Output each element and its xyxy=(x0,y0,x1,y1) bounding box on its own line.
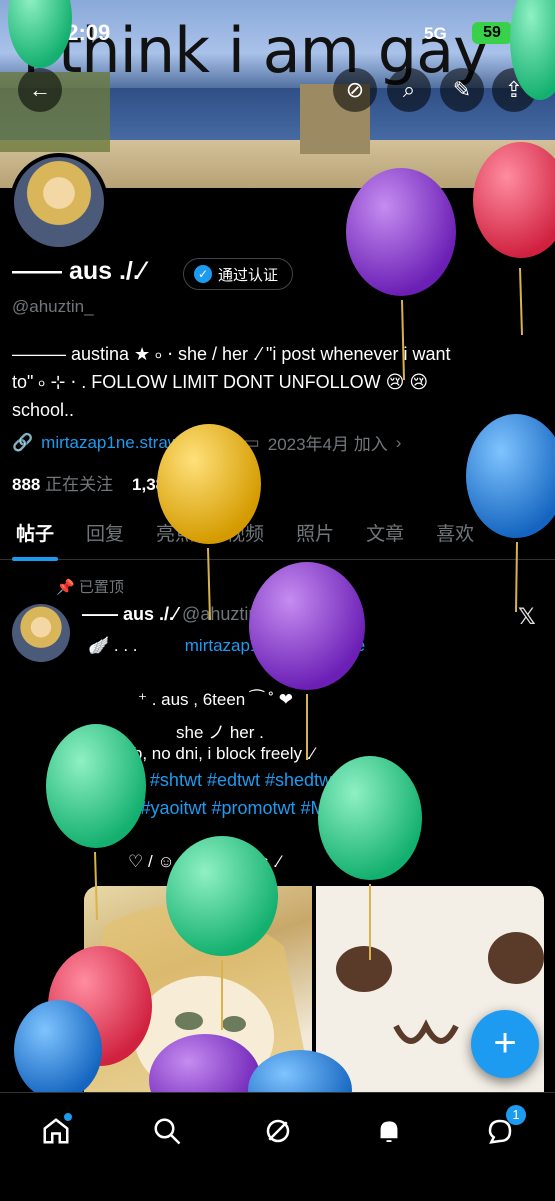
nav-grok[interactable] xyxy=(258,1111,298,1151)
pin-icon: 📌 xyxy=(56,579,75,596)
post-line: ⁀ ifb, no dni, i block freely .⁄ xyxy=(106,744,315,763)
bell-icon xyxy=(380,1121,398,1142)
post-handle-date: @ahuztin_ · 2026/3/16 xyxy=(182,604,365,624)
post-link[interactable]: mirtazap1ne.straw.page xyxy=(185,636,366,655)
tab-videos[interactable]: 视频 xyxy=(210,505,280,559)
followers-count[interactable]: 1,387 xyxy=(132,475,175,494)
nav-notifications[interactable] xyxy=(369,1111,409,1151)
messages-badge: 1 xyxy=(506,1105,526,1125)
post-avatar[interactable] xyxy=(12,604,70,662)
post-line: ⁺ . aus , 6teen ⁀ ˚ ❤ xyxy=(138,690,294,709)
tab-photos[interactable]: 照片 xyxy=(280,505,350,559)
post-author[interactable]: —— aus ./.⁄ xyxy=(82,604,177,624)
post-line: ♡ / ☺ to be moots .⁄ xyxy=(128,852,281,871)
post-hashtags[interactable]: #shtwt #edtwt #shedtwt #988twt xyxy=(0,770,555,791)
bottom-navigation: 1 xyxy=(0,1092,555,1201)
nav-search[interactable] xyxy=(147,1111,187,1151)
profile-tabs: 帖子 回复 亮点 视频 照片 文章 喜欢 xyxy=(0,505,555,561)
calendar-icon: ▭ xyxy=(243,432,260,452)
share-icon: ⇪ xyxy=(504,77,524,102)
battery-indicator: 59 xyxy=(472,22,512,44)
tab-likes[interactable]: 喜欢 xyxy=(420,505,490,559)
verified-check-icon: ✓ xyxy=(194,265,212,283)
nav-messages[interactable]: 1 xyxy=(480,1105,526,1151)
pinned-label: 📌 已置顶 xyxy=(56,579,124,596)
anime-drawing xyxy=(84,905,312,1092)
profile-avatar[interactable] xyxy=(10,153,108,251)
back-arrow-icon: ← xyxy=(29,77,51,102)
bio-line: school.. xyxy=(12,400,75,420)
balloon-purple xyxy=(249,562,365,690)
tab-posts[interactable]: 帖子 xyxy=(0,505,70,561)
search-icon xyxy=(154,1118,181,1145)
profile-name: —— aus ./.⁄ xyxy=(12,257,144,285)
verified-label: 通过认证 xyxy=(218,266,279,284)
bio-line: ——— austina ★ ৹ ⋅ she / her .⁄ "i post w… xyxy=(12,344,451,364)
edit-button[interactable]: ✎ xyxy=(440,68,484,112)
chevron-right-icon[interactable]: › xyxy=(396,433,402,453)
tab-highlights[interactable]: 亮点 xyxy=(140,505,210,559)
following-count[interactable]: 888 xyxy=(12,475,40,494)
compose-button[interactable]: + xyxy=(471,1010,539,1078)
link-icon: 🔗 xyxy=(12,432,34,452)
search-button[interactable]: ⌕ xyxy=(387,68,431,112)
grok-button[interactable]: ⊘ xyxy=(333,68,377,112)
status-time: 12:09 xyxy=(54,20,111,45)
notification-dot xyxy=(64,1113,72,1121)
following-label[interactable]: 正在关注 xyxy=(45,475,113,494)
profile-link[interactable]: mirtazap1ne.straw.page xyxy=(41,433,222,453)
follow-stats: 888 正在关注 1,387 关注者 xyxy=(12,470,230,495)
post-line: she ノ her . xyxy=(176,723,264,742)
x-logo-icon: 𝕏 xyxy=(518,604,536,629)
back-button[interactable]: ← xyxy=(18,68,62,112)
share-button[interactable]: ⇪ xyxy=(492,68,536,112)
search-icon: ⌕ xyxy=(402,77,416,102)
grok-icon xyxy=(266,1119,290,1143)
tab-articles[interactable]: 文章 xyxy=(350,505,420,559)
post-header: —— aus ./.⁄ @ahuztin_ · 2026/3/16 xyxy=(82,604,364,625)
profile-bio: ——— austina ★ ৹ ⋅ she / her .⁄ "i post w… xyxy=(12,340,532,424)
verified-badge-button[interactable]: ✓ 通过认证 xyxy=(183,258,294,290)
grok-icon: ⊘ xyxy=(345,77,365,102)
post-hashtags[interactable]: #yaoitwt #promotwt #MOOTHUNT xyxy=(0,798,555,819)
network-label: 5G xyxy=(424,24,447,43)
profile-meta: 🔗 mirtazap1ne.straw.page ▭ 2023年4月 加入 › xyxy=(12,430,401,455)
joined-date: 2023年4月 加入 xyxy=(267,435,388,454)
post-line: 🪽 . . . mirtazap1ne.straw.page xyxy=(88,636,366,655)
pencil-icon: ✎ xyxy=(452,77,472,102)
tab-replies[interactable]: 回复 xyxy=(70,505,140,559)
nav-home[interactable] xyxy=(36,1111,76,1151)
post-image[interactable] xyxy=(84,886,312,1092)
bio-line: to" ৹ ⊹ ⋅ . FOLLOW LIMIT DONT UNFOLLOW 😢… xyxy=(12,372,429,392)
followers-label[interactable]: 关注者 xyxy=(179,475,230,494)
profile-handle: @ahuztin_ xyxy=(12,297,94,316)
